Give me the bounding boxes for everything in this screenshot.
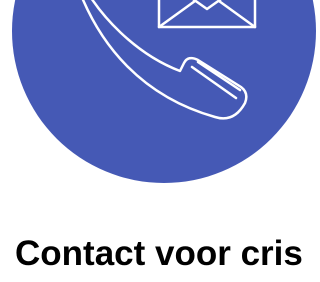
phone-mail-icon [12, 0, 316, 183]
page-title: Contact voor cris [15, 234, 303, 273]
hero-icon-circle [12, 0, 316, 183]
contact-card: Contact voor cris [0, 0, 316, 282]
